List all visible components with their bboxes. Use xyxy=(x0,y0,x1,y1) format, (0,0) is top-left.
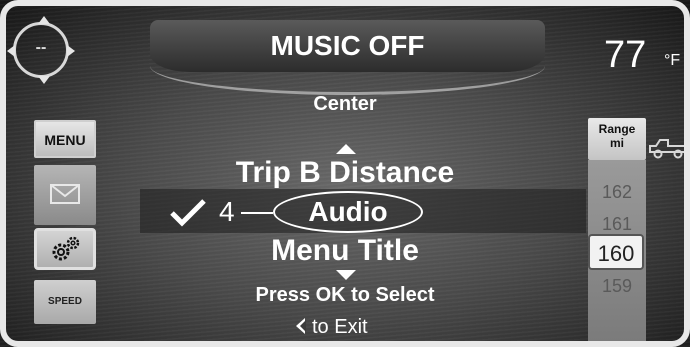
menu-item-next[interactable]: Menu Title xyxy=(160,234,530,268)
range-label-line2: mi xyxy=(609,136,624,150)
range-value-above-1: 161 xyxy=(601,214,633,234)
header-arc xyxy=(150,60,545,95)
messages-tab[interactable] xyxy=(34,165,96,225)
header-title: MUSIC OFF xyxy=(270,30,425,61)
menu-item-selected[interactable]: Audio xyxy=(273,196,423,228)
truck-icon xyxy=(649,139,687,159)
compass-icon: -- xyxy=(7,16,75,84)
section-label: Center xyxy=(313,93,377,115)
back-arrow-icon xyxy=(296,318,306,334)
menu-tab[interactable]: MENU xyxy=(34,120,96,158)
checkmark-icon xyxy=(170,199,206,227)
instrument-cluster-display: MUSIC OFF -- 77 °F MENU SPEED Range mi 1… xyxy=(0,0,690,347)
outside-temperature: 77 xyxy=(604,34,647,76)
menu-item-previous[interactable]: Trip B Distance xyxy=(160,156,530,190)
down-arrow-icon[interactable] xyxy=(336,270,356,280)
mail-icon xyxy=(50,184,80,204)
range-label-line1: Range xyxy=(598,122,636,136)
settings-tab[interactable] xyxy=(34,228,96,270)
speed-tab[interactable]: SPEED xyxy=(34,280,96,324)
current-range-value: 160 xyxy=(597,241,635,266)
speed-tab-label: SPEED xyxy=(48,296,82,307)
range-tab-label: Range mi xyxy=(588,122,646,150)
selected-item-number: 4 xyxy=(219,196,235,227)
exit-label: to Exit xyxy=(312,316,368,338)
range-value-above-2: 162 xyxy=(601,182,633,202)
temperature-unit: °F xyxy=(664,52,681,69)
callout-line xyxy=(241,212,273,214)
instruction-text: Press OK to Select xyxy=(255,284,435,306)
gear-icon xyxy=(52,236,80,261)
up-arrow-icon[interactable] xyxy=(336,144,356,154)
range-value-below-1: 159 xyxy=(601,276,633,296)
range-tab: Range mi xyxy=(588,118,646,160)
menu-tab-label: MENU xyxy=(44,132,86,148)
compass-heading: -- xyxy=(35,39,47,56)
